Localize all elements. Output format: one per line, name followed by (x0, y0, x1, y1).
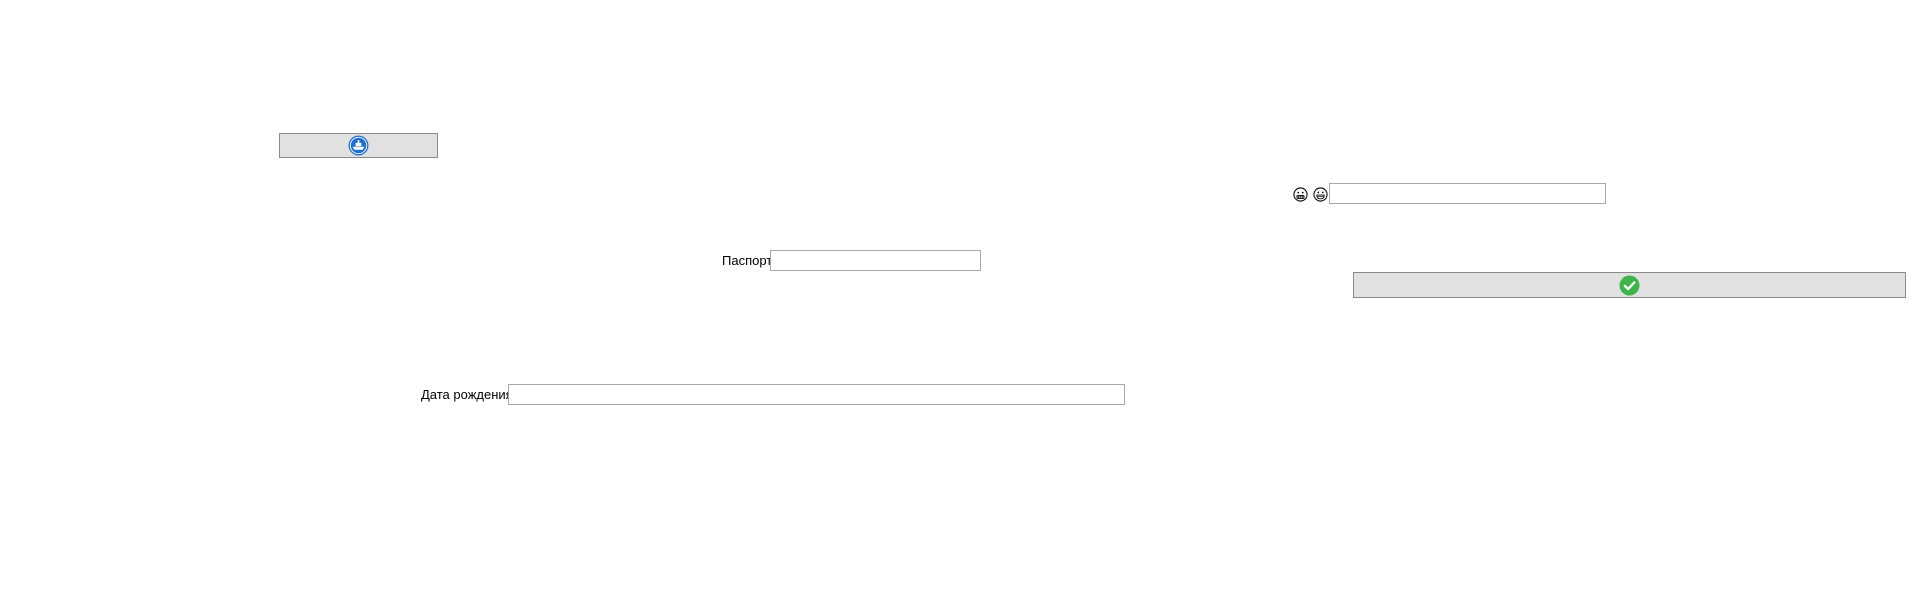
check-circle-icon (1619, 275, 1640, 295)
grimacing-face-icon (1293, 187, 1308, 202)
birth-date-input[interactable] (508, 384, 1125, 405)
ship-badge-icon (348, 135, 369, 156)
birth-date-label: Дата рождения (421, 387, 513, 402)
emoji-text-input[interactable] (1329, 183, 1606, 204)
passport-input[interactable] (770, 250, 981, 271)
passport-label: Паспорт (722, 253, 773, 268)
grinning-face-icon (1313, 187, 1328, 202)
confirm-button[interactable] (1353, 272, 1906, 298)
ship-icon-button[interactable] (279, 133, 438, 158)
